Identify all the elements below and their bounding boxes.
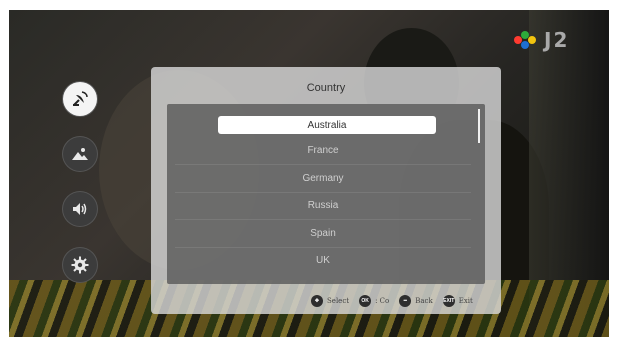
hint-select-label: Select xyxy=(327,297,350,305)
dpad-icon: ✥ xyxy=(311,295,323,307)
country-option[interactable]: UK xyxy=(175,247,471,274)
sidebar-item-satellite[interactable] xyxy=(63,82,97,116)
hint-exit-label: Exit xyxy=(458,297,473,305)
list-scrollbar[interactable] xyxy=(478,109,480,143)
channel-logo: J2 xyxy=(514,28,569,52)
satellite-icon xyxy=(73,91,88,106)
country-option[interactable]: Russia xyxy=(175,192,471,220)
sidebar-item-settings[interactable] xyxy=(63,248,97,282)
gear-icon xyxy=(71,256,89,274)
sidebar-item-picture[interactable] xyxy=(63,137,97,171)
hint-confirm-label: : Co xyxy=(375,297,390,305)
exit-icon: EXIT xyxy=(442,295,455,307)
picture-icon xyxy=(72,148,88,160)
hint-back-label: Back xyxy=(415,297,433,305)
country-option[interactable]: Spain xyxy=(175,220,471,248)
dialog-title: Country xyxy=(306,82,346,94)
ok-icon: OK xyxy=(359,295,372,307)
country-option[interactable]: France xyxy=(175,137,471,165)
key-hint-bar: ✥ Select OK : Co ━ Back EXIT Exit xyxy=(311,292,479,310)
tvb-logo-icon xyxy=(514,31,538,49)
tv-screen: J2 Country Australia France Germany Russ… xyxy=(9,10,609,337)
country-list[interactable]: Australia France Germany Russia Spain UK xyxy=(167,104,485,284)
channel-name: J2 xyxy=(544,28,570,52)
back-icon: ━ xyxy=(399,295,412,307)
country-option-selected[interactable]: Australia xyxy=(218,116,436,134)
country-dialog: Country Australia France Germany Russia … xyxy=(151,67,501,314)
speaker-icon xyxy=(73,203,87,215)
sidebar-item-sound[interactable] xyxy=(63,192,97,226)
country-option[interactable]: Germany xyxy=(175,165,471,193)
